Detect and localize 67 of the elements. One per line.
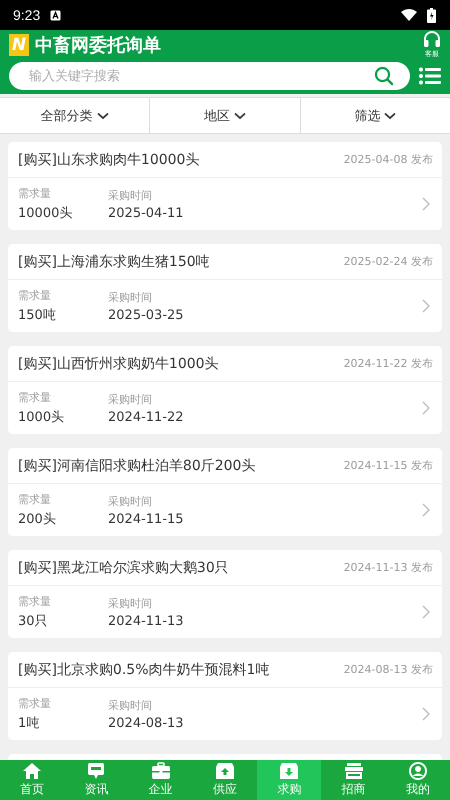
status-time: 9:23 bbox=[13, 7, 40, 23]
publish-date: 2025-04-08 发布 bbox=[344, 152, 433, 167]
home-icon bbox=[22, 762, 42, 780]
quantity-value: 200头 bbox=[18, 511, 56, 528]
user-icon bbox=[408, 762, 428, 780]
listing-title: [购买]上海浦东求购生猪150吨 bbox=[18, 252, 211, 270]
chevron-right-icon bbox=[422, 707, 430, 721]
listing-title: [购买]北京求购0.5%肉牛奶牛预混料1吨 bbox=[18, 660, 270, 678]
search-field[interactable]: 输入关键字搜索 bbox=[9, 62, 410, 90]
menu-icon[interactable] bbox=[419, 67, 441, 85]
listing-card[interactable]: [购买]上海浦东求购生猪150吨 2025-02-24 发布 需求量 150吨 采购时间 2025-03-25 bbox=[8, 244, 442, 332]
storefront-icon bbox=[344, 762, 364, 780]
chevron-down-icon bbox=[234, 112, 246, 120]
chevron-right-icon bbox=[422, 197, 430, 211]
publish-date: 2024-08-13 发布 bbox=[344, 662, 433, 677]
publish-date: 2024-11-22 发布 bbox=[344, 356, 433, 371]
listing-card[interactable]: [购买]北京求购0.5%肉牛奶牛预混料1吨 2024-08-13 发布 需求量 1吨 采购时间 2024-08-13 bbox=[8, 652, 442, 740]
quantity-label: 需求量 bbox=[18, 288, 51, 303]
briefcase-icon bbox=[150, 762, 171, 780]
listing-title: [购买]山东求购肉牛10000头 bbox=[18, 150, 200, 168]
chevron-right-icon bbox=[422, 401, 430, 415]
quantity-value: 150吨 bbox=[18, 307, 56, 324]
chevron-right-icon bbox=[422, 605, 430, 619]
notification-icon bbox=[50, 10, 62, 20]
listing-card[interactable]: [购买]黑龙江哈尔滨求购大鹅30只 2024-11-13 发布 需求量 30只 采购时间 2024-11-13 bbox=[8, 550, 442, 638]
quantity-label: 需求量 bbox=[18, 390, 51, 405]
logo: N bbox=[9, 34, 29, 56]
date-label: 采购时间 bbox=[108, 596, 152, 610]
date-value: 2024-08-13 bbox=[108, 716, 184, 730]
quantity-value: 1吨 bbox=[18, 715, 40, 732]
battery-icon bbox=[427, 8, 436, 22]
wifi-icon bbox=[401, 9, 417, 21]
publish-date: 2024-11-15 发布 bbox=[344, 458, 433, 473]
listing-title: [购买]河南信阳求购杜泊羊80斤200头 bbox=[18, 456, 256, 474]
quantity-value: 10000头 bbox=[18, 205, 72, 222]
date-label: 采购时间 bbox=[108, 188, 152, 202]
publish-date: 2025-02-24 发布 bbox=[344, 254, 433, 269]
search-icon[interactable] bbox=[374, 66, 394, 86]
listing-title: [购买]山西忻州求购奶牛1000头 bbox=[18, 354, 220, 372]
quantity-label: 需求量 bbox=[18, 492, 51, 507]
app-title: 中畜网委托询单 bbox=[35, 34, 161, 57]
quantity-value: 1000头 bbox=[18, 409, 64, 426]
chevron-down-icon bbox=[384, 112, 396, 120]
listing-card[interactable]: [购买]山东求购肉牛10000头 2025-04-08 发布 需求量 10000头 采购时间 2025-04-11 bbox=[8, 142, 442, 230]
chevron-right-icon bbox=[422, 503, 430, 517]
upload-box-icon bbox=[214, 762, 235, 780]
date-label: 采购时间 bbox=[108, 290, 152, 304]
date-value: 2025-04-11 bbox=[108, 206, 184, 220]
publish-date: 2024-11-13 发布 bbox=[344, 560, 433, 575]
quantity-label: 需求量 bbox=[18, 594, 51, 609]
date-value: 2024-11-13 bbox=[108, 614, 184, 628]
chevron-right-icon bbox=[422, 299, 430, 313]
date-value: 2025-03-25 bbox=[108, 308, 184, 322]
listing-card[interactable]: [购买]河南信阳求购杜泊羊80斤200头 2024-11-15 发布 需求量 200头 采购时间 2024-11-15 bbox=[8, 448, 442, 536]
chat-bubble-icon bbox=[86, 762, 106, 780]
date-value: 2024-11-22 bbox=[108, 410, 184, 424]
listing-title: [购买]黑龙江哈尔滨求购大鹅30只 bbox=[18, 558, 230, 576]
date-label: 采购时间 bbox=[108, 494, 152, 508]
quantity-value: 30只 bbox=[18, 613, 48, 630]
download-box-icon bbox=[279, 762, 300, 780]
date-label: 采购时间 bbox=[108, 392, 152, 406]
quantity-label: 需求量 bbox=[18, 186, 51, 201]
quantity-label: 需求量 bbox=[18, 696, 51, 711]
date-value: 2024-11-15 bbox=[108, 512, 184, 526]
listing-card[interactable]: [购买]山西忻州求购奶牛1000头 2024-11-22 发布 需求量 1000头 采购时间 2024-11-22 bbox=[8, 346, 442, 434]
chevron-down-icon bbox=[96, 112, 109, 120]
date-label: 采购时间 bbox=[108, 698, 152, 712]
